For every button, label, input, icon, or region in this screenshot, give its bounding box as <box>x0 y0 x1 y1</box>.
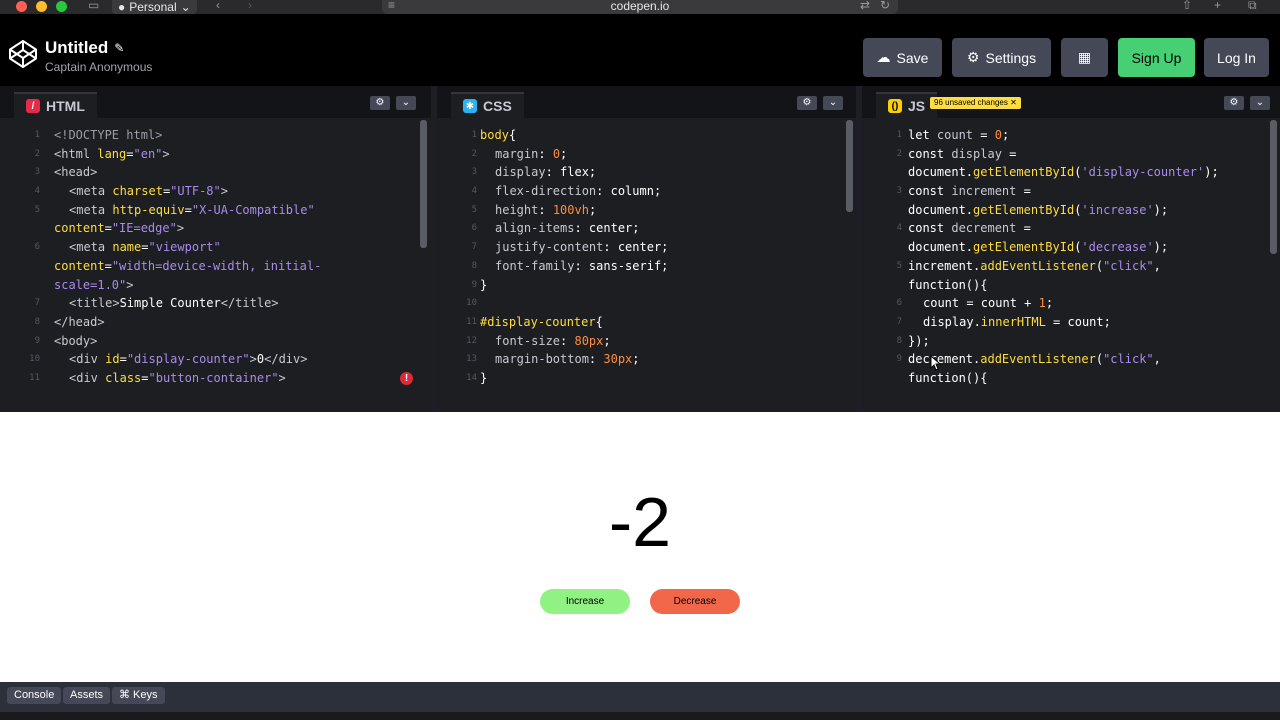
footer-bar: Console Assets ⌘ Keys <box>0 682 1280 720</box>
css-editor-header: ✱ CSS ⚙ ⌄ <box>437 86 856 118</box>
unsaved-changes-badge[interactable]: 96 unsaved changes ✕ <box>930 97 1021 109</box>
css-editor-pane: ✱ CSS ⚙ ⌄ 1 body{ 2 margin: 0; 3 display: f… <box>437 86 856 412</box>
reload-icon[interactable]: ↻ <box>880 0 890 12</box>
translate-icon[interactable]: ⇄ <box>860 0 870 12</box>
html-settings-icon[interactable]: ⚙ <box>370 96 390 110</box>
css-settings-icon[interactable]: ⚙ <box>797 96 817 110</box>
pen-title[interactable]: Untitled ✎ <box>45 38 124 58</box>
pen-author[interactable]: Captain Anonymous <box>45 60 152 74</box>
minimize-window-button[interactable] <box>36 0 47 12</box>
settings-button[interactable]: ⚙ Settings <box>952 38 1051 77</box>
css-code[interactable]: 1 body{ 2 margin: 0; 3 display: flex; 4 flex… <box>437 126 856 388</box>
unsaved-changes-text: 96 unsaved changes <box>934 98 1008 107</box>
js-editor-tab[interactable]: () JS <box>876 92 938 118</box>
dock <box>0 712 1280 720</box>
new-tab-icon[interactable]: + <box>1214 0 1221 12</box>
html-editor-tab[interactable]: / HTML <box>14 92 97 118</box>
person-icon: ● <box>118 0 126 14</box>
save-label: Save <box>896 49 929 66</box>
html-icon: / <box>26 99 40 113</box>
error-icon[interactable]: ! <box>400 372 413 385</box>
html-scrollbar[interactable] <box>420 120 427 248</box>
zoom-window-button[interactable] <box>56 0 67 12</box>
js-collapse-icon[interactable]: ⌄ <box>1250 96 1270 110</box>
mouse-cursor-icon <box>930 355 942 371</box>
css-scrollbar[interactable] <box>846 120 853 212</box>
pen-title-text: Untitled <box>45 38 109 57</box>
window-controls <box>16 0 67 12</box>
result-preview: -2 Increase Decrease <box>0 412 1280 682</box>
js-editor-header: () JS ⚙ ⌄ <box>862 86 1280 118</box>
sign-up-label: Sign Up <box>1131 49 1182 66</box>
browser-toolbar: ▭ ● Personal ⌄ ‹ › ≡ codepen.io ⇄ ↻ ⇧ + … <box>0 0 1280 14</box>
html-code[interactable]: 1 <!DOCTYPE html> 2 <html lang="en"> 3 <hea… <box>0 126 431 388</box>
layout-grid-icon: ▦ <box>1077 49 1092 65</box>
console-button[interactable]: Console <box>7 687 62 704</box>
css-editor-tab[interactable]: ✱ CSS <box>451 92 524 118</box>
address-bar[interactable]: ≡ codepen.io ⇄ ↻ <box>382 0 898 14</box>
sign-up-button[interactable]: Sign Up <box>1118 38 1195 77</box>
assets-button[interactable]: Assets <box>63 687 111 704</box>
cloud-icon: ☁ <box>876 49 891 65</box>
js-icon: () <box>888 99 902 113</box>
html-editor-pane: / HTML ⚙ ⌄ 1 <!DOCTYPE html> 2 <html lang=… <box>0 86 431 412</box>
log-in-button[interactable]: Log In <box>1204 38 1269 77</box>
codepen-header: Untitled ✎ Captain Anonymous ☁ Save ⚙ Se… <box>0 14 1280 86</box>
close-icon[interactable]: ✕ <box>1010 98 1017 107</box>
js-tab-label: JS <box>908 98 926 114</box>
close-window-button[interactable] <box>16 0 27 12</box>
html-tab-label: HTML <box>46 98 85 114</box>
gear-icon: ⚙ <box>966 49 980 65</box>
codepen-logo-icon[interactable] <box>7 38 39 70</box>
layout-button[interactable]: ▦ <box>1061 38 1108 77</box>
increase-button[interactable]: Increase <box>540 589 630 614</box>
profile-switcher[interactable]: ● Personal ⌄ <box>112 0 197 14</box>
log-in-label: Log In <box>1217 49 1256 66</box>
js-scrollbar[interactable] <box>1270 120 1277 254</box>
css-collapse-icon[interactable]: ⌄ <box>823 96 843 110</box>
tabs-overview-icon[interactable]: ⧉ <box>1248 0 1257 12</box>
html-collapse-icon[interactable]: ⌄ <box>396 96 416 110</box>
pencil-icon[interactable]: ✎ <box>114 41 124 55</box>
css-tab-label: CSS <box>483 98 512 114</box>
js-editor-pane: () JS ⚙ ⌄ 96 unsaved changes ✕ 1 let coun… <box>862 86 1280 412</box>
back-icon[interactable]: ‹ <box>216 0 220 12</box>
share-icon[interactable]: ⇧ <box>1182 0 1192 12</box>
css-icon: ✱ <box>463 99 477 113</box>
keys-button[interactable]: ⌘ Keys <box>112 687 165 704</box>
save-button[interactable]: ☁ Save <box>863 38 942 77</box>
display-counter: -2 <box>608 483 672 561</box>
forward-icon[interactable]: › <box>248 0 252 12</box>
settings-label: Settings <box>985 49 1037 66</box>
url-text: codepen.io <box>610 0 670 13</box>
js-code[interactable]: 1 let count = 0; 2 const display = documen… <box>862 126 1280 388</box>
chevron-down-icon: ⌄ <box>180 0 191 14</box>
sidebar-icon[interactable]: ▭ <box>88 0 99 12</box>
html-editor-header: / HTML ⚙ ⌄ <box>0 86 431 118</box>
decrease-button[interactable]: Decrease <box>650 589 740 614</box>
profile-label: Personal <box>129 0 177 14</box>
js-settings-icon[interactable]: ⚙ <box>1224 96 1244 110</box>
editors-area: / HTML ⚙ ⌄ 1 <!DOCTYPE html> 2 <html lang=… <box>0 86 1280 412</box>
